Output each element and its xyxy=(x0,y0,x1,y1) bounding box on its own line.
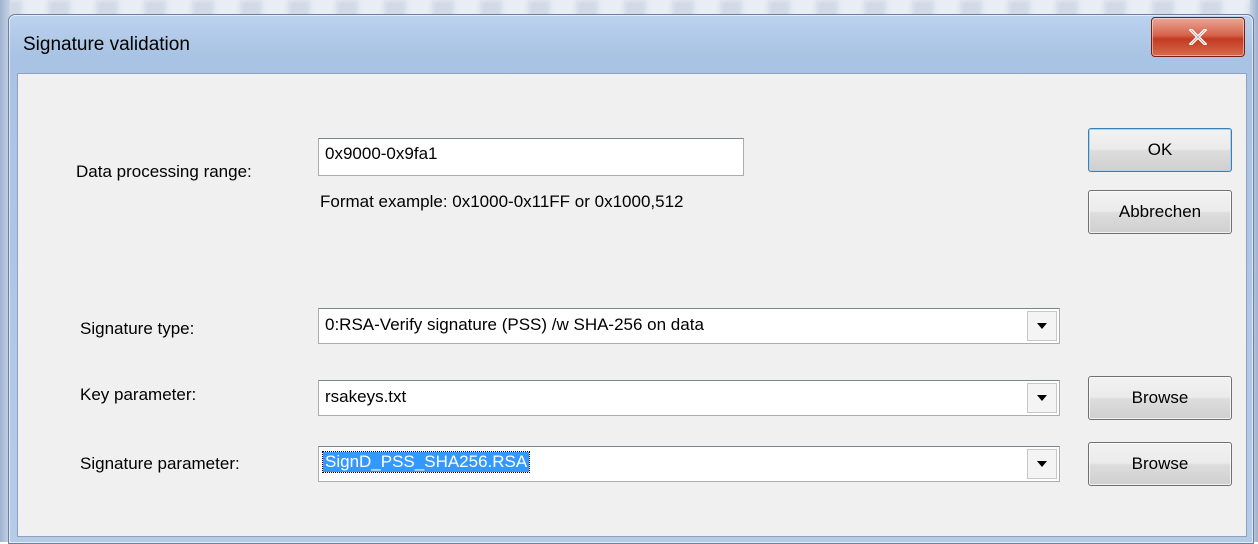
ok-button[interactable]: OK xyxy=(1088,128,1232,172)
chevron-down-icon xyxy=(1037,395,1047,401)
browse-key-button[interactable]: Browse xyxy=(1088,376,1232,420)
key-parameter-combo[interactable]: rsakeys.txt xyxy=(318,380,1060,416)
signature-type-dropdown-button[interactable] xyxy=(1027,311,1057,341)
signature-parameter-value[interactable]: SignD_PSS_SHA256.RSA xyxy=(321,451,531,473)
browse-signature-button[interactable]: Browse xyxy=(1088,442,1232,486)
signature-type-label: Signature type: xyxy=(80,319,195,338)
signature-parameter-combo[interactable]: SignD_PSS_SHA256.RSA xyxy=(318,446,1060,482)
data-range-input[interactable]: 0x9000-0x9fa1 xyxy=(318,138,744,176)
cancel-button[interactable]: Abbrechen xyxy=(1088,190,1232,234)
close-button[interactable] xyxy=(1151,17,1245,57)
dialog-title: Signature validation xyxy=(23,34,190,55)
data-range-label: Data processing range: xyxy=(76,162,252,181)
chevron-down-icon xyxy=(1037,461,1047,467)
key-parameter-label: Key parameter: xyxy=(80,385,197,404)
signature-validation-dialog: Signature validation Data processing ran… xyxy=(8,14,1254,544)
key-parameter-value[interactable]: rsakeys.txt xyxy=(325,387,406,407)
signature-type-select[interactable]: 0:RSA-Verify signature (PSS) /w SHA-256 … xyxy=(318,308,1060,344)
key-parameter-dropdown-button[interactable] xyxy=(1027,383,1057,413)
signature-parameter-label: Signature parameter: xyxy=(80,454,240,473)
title-bar[interactable]: Signature validation xyxy=(9,15,1253,73)
dialog-client-area: Data processing range: 0x9000-0x9fa1 For… xyxy=(17,73,1247,537)
chevron-down-icon xyxy=(1037,323,1047,329)
signature-parameter-dropdown-button[interactable] xyxy=(1027,449,1057,479)
close-icon xyxy=(1189,29,1207,45)
signature-type-value: 0:RSA-Verify signature (PSS) /w SHA-256 … xyxy=(325,315,704,334)
format-hint: Format example: 0x1000-0x11FF or 0x1000,… xyxy=(320,192,684,211)
